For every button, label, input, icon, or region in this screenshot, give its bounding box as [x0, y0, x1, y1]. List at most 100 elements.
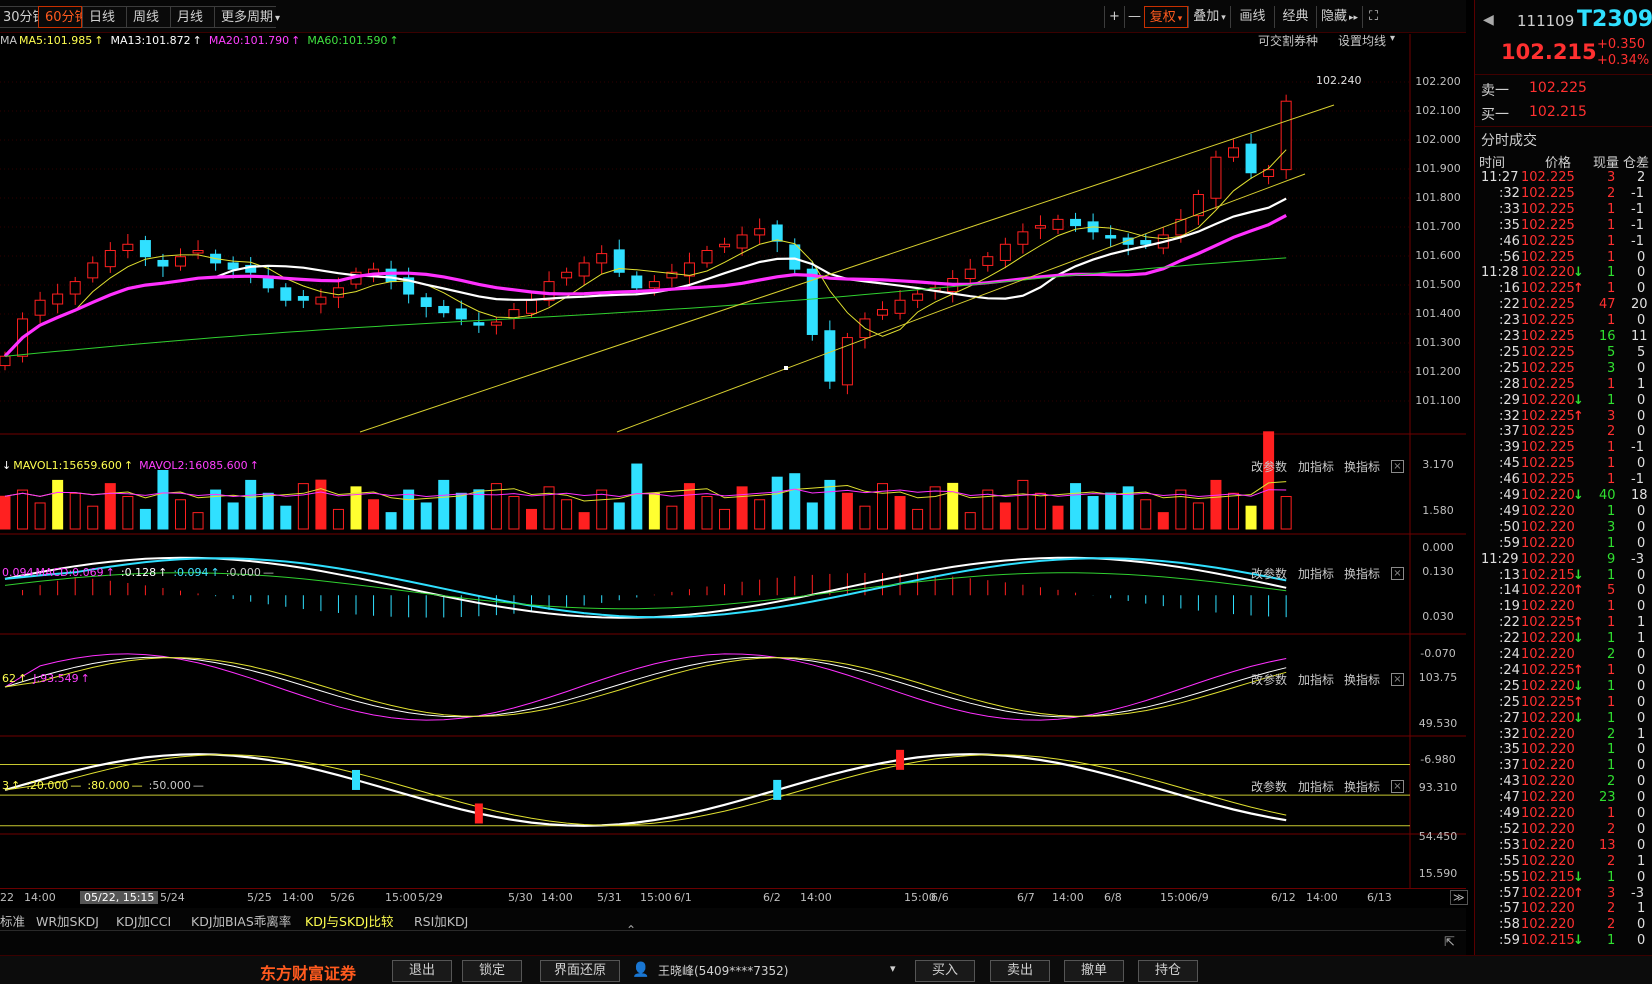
trade-price: 102.225: [1521, 440, 1575, 456]
bottom-button-1[interactable]: 锁定: [462, 960, 522, 982]
trade-oi-diff: -1: [1631, 440, 1644, 456]
collapse-icon[interactable]: ⌃: [626, 923, 636, 937]
trade-button-2[interactable]: 撤单: [1064, 960, 1124, 982]
indicator-tab-2[interactable]: KDJ加CCI: [116, 911, 171, 930]
trade-row: :24 102.225 ↑ 1 0: [1475, 663, 1652, 679]
trade-arrow-icon: ↓: [1573, 710, 1584, 726]
ma20-line: [3, 213, 1287, 358]
bottom-button-0[interactable]: 退出: [392, 960, 452, 982]
trade-time: 11:27: [1481, 170, 1519, 185]
trade-time: :55: [1499, 869, 1520, 885]
trade-row: :22 102.225 47 20: [1475, 297, 1652, 313]
candle-up: [701, 249, 713, 264]
trade-oi-diff: 0: [1637, 837, 1646, 853]
indicator-tab-4[interactable]: KDJ与SKDJ比较: [305, 911, 393, 930]
buy-label: 买一: [1481, 107, 1509, 123]
trade-row: :13 102.215 ↓ 1 0: [1475, 568, 1652, 584]
user-account[interactable]: 王晓峰(5409****7352): [658, 962, 788, 979]
trade-arrow-icon: ↓: [1573, 567, 1584, 583]
volume-bar: [701, 496, 713, 530]
tool-button-7[interactable]: ⛶: [1362, 6, 1384, 28]
volume-bar: [894, 496, 906, 530]
trade-price: 102.225: [1521, 344, 1575, 360]
indicator-tab-1[interactable]: WR加SKDJ: [36, 911, 99, 930]
trade-row: :59 102.215 ↓ 1 0: [1475, 933, 1652, 949]
trade-button-1[interactable]: 卖出: [990, 960, 1050, 982]
indicator-tab-3[interactable]: KDJ加BIAS乖离率: [191, 911, 291, 930]
candle-up: [192, 249, 204, 254]
candle-up: [964, 268, 976, 279]
trade-oi-diff: 0: [1637, 424, 1646, 440]
trade-volume: 1: [1607, 265, 1616, 281]
trade-button-0[interactable]: 买入: [915, 960, 975, 982]
trade-time: :57: [1499, 885, 1520, 901]
x-tick-label: 6/7: [1017, 891, 1035, 904]
candle-up: [1034, 225, 1046, 229]
period-tab-label: 周线: [133, 10, 160, 25]
x-tick-label: 5/29: [418, 891, 443, 904]
period-tab-1[interactable]: 60分钟: [38, 6, 88, 28]
quote-change: +0.350: [1597, 37, 1646, 52]
tool-button-5[interactable]: 经典: [1274, 6, 1316, 28]
x-tick-label: 14:00: [282, 891, 314, 904]
volume-bar: [1052, 505, 1064, 530]
candle-up: [561, 271, 573, 279]
scroll-right-icon[interactable]: ≫: [1450, 890, 1468, 905]
skdj-signal-mark: [352, 769, 360, 790]
trade-button-3[interactable]: 持仓: [1138, 960, 1198, 982]
trade-volume: 47: [1599, 297, 1616, 313]
tool-button-2[interactable]: 复权 ▾: [1144, 6, 1188, 28]
kdj-j-line: [4, 653, 1287, 721]
volume-bar: [526, 508, 537, 530]
period-tab-3[interactable]: 周线: [126, 6, 170, 28]
tool-button-1[interactable]: —: [1124, 6, 1144, 28]
bottom-button-2[interactable]: 界面还原: [540, 960, 620, 982]
tool-button-0[interactable]: +: [1104, 6, 1124, 28]
trade-row: :28 102.225 1 1: [1475, 377, 1652, 393]
volume-bar: [157, 469, 169, 530]
period-tab-5[interactable]: 更多周期 ▾: [214, 6, 280, 28]
trade-time: :57: [1499, 901, 1520, 917]
trade-price: 102.220: [1521, 806, 1575, 821]
trade-row: :23 102.225 16 11: [1475, 329, 1652, 345]
tool-button-6[interactable]: 隐藏 ▸▸: [1316, 6, 1362, 28]
resize-icon[interactable]: ⇱: [1444, 935, 1455, 950]
period-tab-0[interactable]: 30分钟: [0, 6, 46, 28]
indicator-tab-0[interactable]: 标准: [0, 911, 25, 930]
candle-up: [912, 293, 924, 301]
candle-up: [1228, 147, 1239, 158]
trade-oi-diff: 0: [1637, 583, 1646, 599]
indicator-tab-5[interactable]: RSI加KDJ: [414, 911, 468, 930]
candle-down: [297, 296, 309, 301]
trade-oi-diff: 0: [1637, 265, 1646, 281]
trade-arrow-icon: ↓: [1573, 488, 1584, 503]
volume-bar: [1280, 496, 1292, 530]
trade-row: 11:28 102.220 ↓ 1 0: [1475, 265, 1652, 281]
trade-price: 102.220: [1521, 901, 1575, 917]
volume-bar: [841, 492, 853, 530]
quote-panel: ◀ 111109 T2309 102.215 +0.350 +0.34% 卖一 102.225…: [1474, 0, 1652, 955]
trade-price: 102.215: [1521, 933, 1575, 949]
trade-volume: 1: [1607, 535, 1616, 551]
tool-button-4[interactable]: 画线: [1230, 6, 1274, 28]
kline-chart-area[interactable]: [0, 34, 1466, 890]
volume-bar: [473, 489, 485, 530]
trade-price: 102.225: [1521, 408, 1575, 424]
tool-button-3[interactable]: 叠加 ▾: [1188, 6, 1230, 28]
x-tick-label: 15:00: [640, 891, 672, 904]
candle-up: [0, 355, 11, 367]
dropdown-arrow-icon: ▾: [275, 13, 281, 24]
x-tick-label: 6/6: [931, 891, 949, 904]
trade-row: :55 102.215 ↓ 1 0: [1475, 870, 1652, 886]
trade-volume: 1: [1607, 281, 1616, 297]
volume-bar: [877, 483, 888, 530]
trade-time: :49: [1499, 488, 1520, 503]
trade-row: :49 102.220 1 0: [1475, 504, 1652, 520]
collapse-left-icon[interactable]: ◀: [1483, 12, 1494, 28]
candle-down: [473, 322, 485, 326]
period-tab-4[interactable]: 月线: [170, 6, 214, 28]
trade-time: :19: [1499, 599, 1520, 615]
period-tab-2[interactable]: 日线: [82, 6, 126, 28]
trade-price: 102.220: [1521, 503, 1575, 519]
dropdown-arrow-icon[interactable]: ▾: [890, 962, 896, 975]
